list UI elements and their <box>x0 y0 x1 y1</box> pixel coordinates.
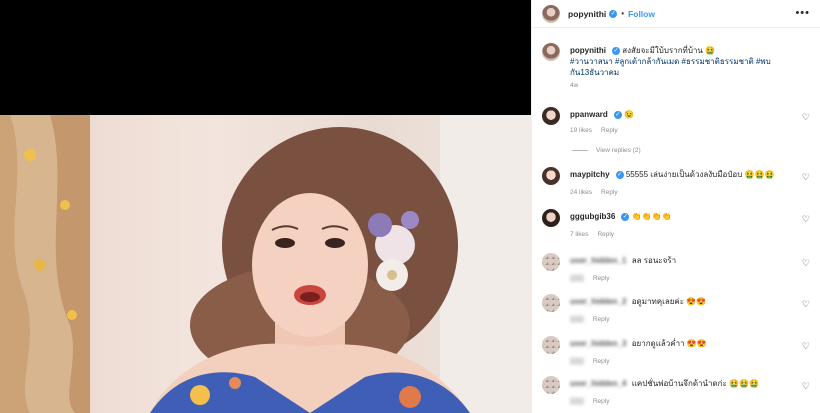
comment-username-blurred[interactable]: user_hidden_4 <box>570 379 626 388</box>
comment-meta: ▒▒▒ Reply <box>570 358 618 365</box>
follow-button[interactable]: Follow <box>628 9 655 19</box>
comment-text: 55555 เล่นง่ายเป็นด้วงลงับมือป๋อบ <box>625 170 743 179</box>
post-side-panel: popynithi ✓ • Follow ••• popynithi ✓ สงสั… <box>531 0 820 413</box>
commenter-avatar[interactable] <box>542 107 560 125</box>
comment-meta: ▒▒▒ Reply <box>570 275 618 282</box>
author-avatar[interactable] <box>542 4 560 23</box>
comment-emoji: 😉 <box>624 110 634 119</box>
caption-hashtags[interactable]: #วานวาสนา #ลูกเต้ากล้ากันเมด #ธรรมชาติธร… <box>570 56 810 78</box>
comment-username[interactable]: ppanward <box>570 110 608 119</box>
comment-likes[interactable]: 24 likes <box>570 189 592 196</box>
post-header: popynithi ✓ • Follow ••• <box>532 0 820 28</box>
comment-username-blurred[interactable]: user_hidden_1 <box>570 256 626 265</box>
caption-timestamp[interactable]: 4w <box>570 80 810 91</box>
more-options-icon[interactable]: ••• <box>795 8 810 19</box>
video-still-image <box>0 115 531 413</box>
comment-likes[interactable]: 7 likes <box>570 231 588 238</box>
caption-text: สงสัยจะมีใบ้บรากที่บ้าน <box>622 46 703 55</box>
comment-meta: 19 likes Reply <box>570 127 627 134</box>
comment-emoji: 🤮🤮🤮 <box>744 170 775 179</box>
reply-button[interactable]: Reply <box>601 127 618 134</box>
comment-emoji: 👏👏👏👏 <box>631 212 672 221</box>
heart-icon[interactable]: ♡ <box>802 258 810 269</box>
verified-badge-icon: ✓ <box>609 9 618 18</box>
comment-emoji: 🤮🤮🤮 <box>729 379 759 388</box>
comment-meta: 7 likes Reply <box>570 231 623 238</box>
commenter-avatar-blurred[interactable] <box>542 376 560 394</box>
comment-time-blurred: ▒▒▒ <box>570 275 584 282</box>
commenter-avatar-blurred[interactable] <box>542 294 560 312</box>
commenter-avatar-blurred[interactable] <box>542 336 560 354</box>
comment-text: แคปชั่นพ่อบ้านจึกด้านำดก่ะ <box>631 379 727 388</box>
comment-meta: 24 likes Reply <box>570 189 627 196</box>
commenter-avatar[interactable] <box>542 167 560 185</box>
view-replies-label[interactable]: View replies (2) <box>596 147 641 154</box>
heart-icon[interactable]: ♡ <box>802 214 810 225</box>
heart-icon[interactable]: ♡ <box>802 299 810 310</box>
view-replies-button[interactable]: View replies (2) <box>572 147 641 154</box>
reply-button[interactable]: Reply <box>593 358 610 365</box>
commenter-avatar-blurred[interactable] <box>542 253 560 271</box>
heart-icon[interactable]: ♡ <box>802 172 810 183</box>
reply-button[interactable]: Reply <box>593 275 610 282</box>
heart-icon[interactable]: ♡ <box>802 341 810 352</box>
verified-badge-icon: ✓ <box>621 212 630 221</box>
comment-text: ลล รอนะจร้า <box>631 256 677 265</box>
comment-time-blurred: ▒▒▒ <box>570 398 584 405</box>
comment-text: อดูมาทคุเลยค่ะ <box>631 297 685 306</box>
author-username[interactable]: popynithi <box>568 9 606 19</box>
comment-username-blurred[interactable]: user_hidden_3 <box>570 339 626 348</box>
comment-meta: ▒▒▒ Reply <box>570 398 618 405</box>
view-replies-line <box>572 149 588 151</box>
caption: popynithi ✓ สงสัยจะมีใบ้บรากที่บ้าน 🤮 #วา… <box>542 43 810 103</box>
comment-time-blurred: ▒▒▒ <box>570 358 584 365</box>
comment-emoji: 😍😍 <box>686 297 707 306</box>
verified-badge-icon: ✓ <box>615 170 624 179</box>
caption-avatar[interactable] <box>542 43 560 61</box>
caption-emoji: 🤮 <box>705 46 716 55</box>
video-frame[interactable] <box>0 115 531 413</box>
commenter-avatar[interactable] <box>542 209 560 227</box>
separator-dot: • <box>621 9 625 18</box>
comment-emoji: 😍😍 <box>686 339 707 348</box>
comment-text: อยากดูแล้วค่ำา <box>631 339 685 348</box>
comment-username[interactable]: gggubgib36 <box>570 212 615 221</box>
reply-button[interactable]: Reply <box>597 231 614 238</box>
post-media[interactable] <box>0 0 531 413</box>
verified-badge-icon: ✓ <box>612 46 620 55</box>
heart-icon[interactable]: ♡ <box>802 112 810 123</box>
comment-meta: ▒▒▒ Reply <box>570 316 618 323</box>
heart-icon[interactable]: ♡ <box>802 381 810 392</box>
comments-list[interactable]: popynithi ✓ สงสัยจะมีใบ้บรากที่บ้าน 🤮 #วา… <box>532 29 820 413</box>
comment-username[interactable]: maypitchy <box>570 170 610 179</box>
caption-username[interactable]: popynithi <box>570 46 606 55</box>
comment-likes[interactable]: 19 likes <box>570 127 592 134</box>
comment-time-blurred: ▒▒▒ <box>570 316 584 323</box>
reply-button[interactable]: Reply <box>593 398 610 405</box>
verified-badge-icon: ✓ <box>613 110 622 119</box>
reply-button[interactable]: Reply <box>601 189 618 196</box>
comment-username-blurred[interactable]: user_hidden_2 <box>570 297 626 306</box>
reply-button[interactable]: Reply <box>593 316 610 323</box>
